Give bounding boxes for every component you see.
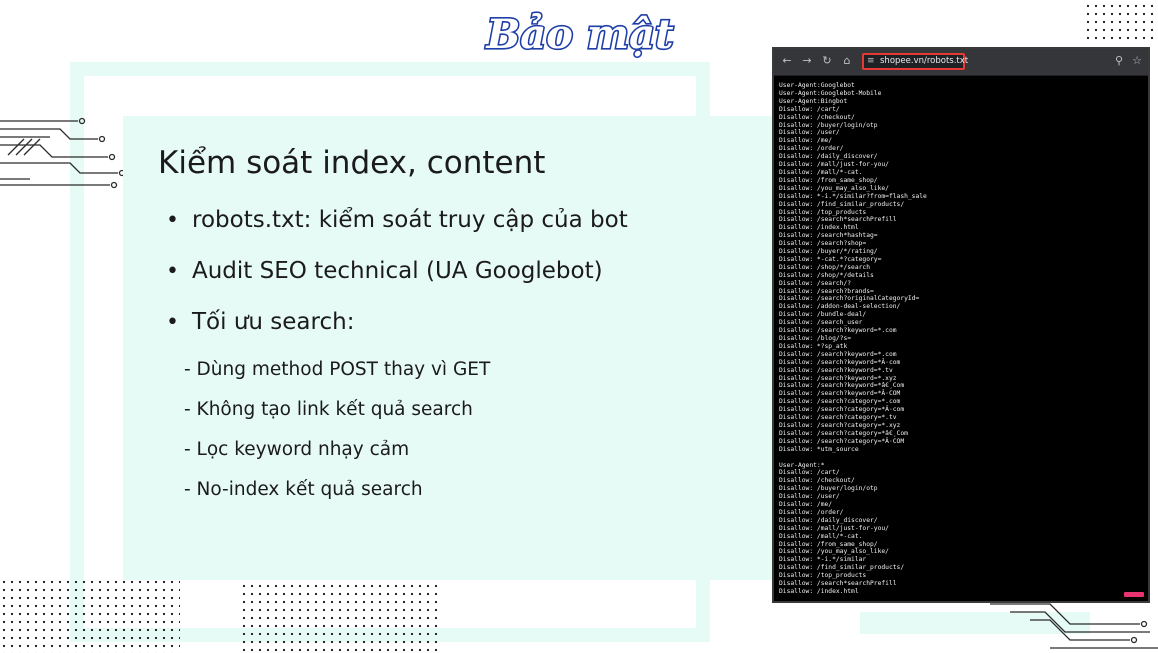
robots-line: Disallow: /checkout/ — [779, 477, 855, 485]
robots-line: Disallow: /index.html — [779, 588, 859, 595]
slide-title: Kiểm soát index, content — [158, 145, 546, 181]
robots-txt-content: User-Agent:Googlebot User-Agent:Googlebo… — [779, 82, 1144, 596]
robots-line: Disallow: /me/ — [779, 137, 833, 145]
robots-line: Disallow: /search*searchPrefill — [779, 216, 897, 224]
robots-line: Disallow: /mall/just-for-you/ — [779, 161, 889, 169]
slide: Bảo mật Kiểm soát index, content • robots… — [0, 0, 1158, 653]
robots-line: Disallow: /search*hashtag= — [779, 232, 878, 240]
sub-bullet-item: - Không tạo link kết quả search — [184, 399, 473, 420]
logo-text: Bảo mật — [485, 11, 674, 58]
bookmark-star-icon[interactable]: ☆ — [1130, 54, 1144, 68]
robots-line: Disallow: /search?category=*Â·com — [779, 406, 905, 414]
robots-line: Disallow: *utm_source — [779, 445, 859, 453]
robots-line: Disallow: /search?category=*â€¸Com — [779, 429, 908, 437]
robots-line: Disallow: /search?category=*.tv — [779, 414, 897, 422]
robots-line: Disallow: /checkout/ — [779, 113, 855, 121]
robots-line: Disallow: /search?keyword=*â€¸Com — [779, 382, 905, 390]
robots-line: Disallow: /buyer/*/rating/ — [779, 248, 878, 256]
sub-bullet-item: - Dùng method POST thay vì GET — [184, 359, 491, 380]
robots-line: Disallow: *?sp_atk — [779, 342, 848, 350]
robots-line: Disallow: /buyer/login/otp — [779, 121, 878, 129]
sub-bullet-item: - No-index kết quả search — [184, 479, 423, 500]
dot-pattern-top-right — [1084, 2, 1156, 42]
circuit-lines-bottom-right — [990, 603, 1158, 649]
corner-badge — [1124, 592, 1144, 597]
robots-line: Disallow: /shop/*/details — [779, 271, 874, 279]
robots-line: Disallow: /order/ — [779, 508, 844, 516]
robots-line: User-Agent:Googlebot — [779, 82, 855, 89]
reload-icon[interactable]: ↻ — [820, 54, 834, 68]
forward-arrow-icon[interactable]: → — [800, 54, 814, 68]
bullet-text: robots.txt: kiểm soát truy cập của bot — [192, 207, 628, 233]
bullet-dot: • — [166, 208, 179, 233]
robots-line: Disallow: /addon-deal-selection/ — [779, 303, 901, 311]
robots-line: Disallow: /top_products — [779, 208, 867, 216]
bullet-text: Audit SEO technical (UA Googlebot) — [192, 258, 603, 284]
bullet-dot: • — [166, 259, 179, 284]
robots-line: Disallow: /mall/*-cat. — [779, 168, 863, 176]
sub-bullet-item: - Lọc keyword nhạy cảm — [184, 439, 410, 460]
robots-line: Disallow: /search?keyword=*.tv — [779, 366, 893, 374]
robots-line: Disallow: /mall/just-for-you/ — [779, 524, 889, 532]
robots-line: User-Agent:Googlebot-Mobile — [779, 89, 882, 97]
robots-line: Disallow: /search?keyword=*.com — [779, 327, 897, 335]
robots-line: Disallow: /search?brands= — [779, 287, 874, 295]
robots-line: Disallow: /search?originalCategoryId= — [779, 295, 920, 303]
robots-line: Disallow: /search?category=*Â·COM — [779, 437, 905, 445]
robots-line: Disallow: /from_same_shop/ — [779, 176, 878, 184]
robots-line: Disallow: *-i.*/similar — [779, 556, 867, 564]
browser-screenshot: ← → ↻ ⌂ ≡ shopee.vn/robots.txt ⚲ ☆ User-… — [772, 47, 1150, 603]
back-arrow-icon[interactable]: ← — [780, 54, 794, 68]
bullet-item: • Tối ưu search: — [166, 309, 354, 335]
robots-line: Disallow: /search?category=*.com — [779, 398, 901, 406]
bullet-item: • robots.txt: kiểm soát truy cập của bot — [166, 207, 628, 233]
robots-line: Disallow: /find_similar_products/ — [779, 200, 905, 208]
robots-line: Disallow: /bundle-deal/ — [779, 311, 867, 319]
robots-line: User-Agent:* — [779, 461, 825, 469]
robots-line: Disallow: /from_same_shop/ — [779, 540, 878, 548]
search-icon[interactable]: ⚲ — [1112, 54, 1126, 68]
robots-line: Disallow: /shop/*/search — [779, 263, 870, 271]
robots-line: Disallow: /search?shop= — [779, 240, 867, 248]
robots-line: Disallow: /index.html — [779, 224, 859, 232]
site-info-icon[interactable]: ≡ — [867, 56, 875, 66]
robots-line: Disallow: /search_user — [779, 319, 863, 327]
robots-line: Disallow: /daily_discover/ — [779, 516, 878, 524]
robots-line: Disallow: *-cat.*?category= — [779, 255, 882, 263]
home-icon[interactable]: ⌂ — [840, 54, 854, 68]
robots-line: Disallow: /you_may_also_like/ — [779, 184, 889, 192]
bullet-item: • Audit SEO technical (UA Googlebot) — [166, 258, 603, 284]
robots-line: Disallow: /find_similar_products/ — [779, 564, 905, 572]
robots-line: Disallow: /search?keyword=*Â·COM — [779, 390, 901, 398]
robots-line: Disallow: *-i.*/similar?from=flash_sale — [779, 192, 927, 200]
robots-line: Disallow: /order/ — [779, 145, 844, 153]
robots-line: Disallow: /mall/*-cat. — [779, 532, 863, 540]
robots-line: Disallow: /user/ — [779, 493, 840, 501]
robots-line: Disallow: /search?keyword=*Â·com — [779, 358, 901, 366]
content-panel — [123, 116, 783, 580]
address-bar[interactable]: ≡ shopee.vn/robots.txt — [862, 53, 969, 70]
bullet-dot: • — [166, 310, 179, 335]
robots-line: Disallow: /user/ — [779, 129, 840, 137]
robots-line: Disallow: /search/? — [779, 279, 852, 287]
robots-line: Disallow: /search?category=*.xyz — [779, 421, 901, 429]
robots-line: Disallow: /daily_discover/ — [779, 153, 878, 161]
robots-line: Disallow: /search?keyword=*.xyz — [779, 374, 897, 382]
dot-pattern-bottom-left — [0, 578, 180, 653]
robots-line: Disallow: /search?keyword=*.com — [779, 350, 897, 358]
robots-line: Disallow: /you_may_also_like/ — [779, 548, 889, 556]
robots-line: Disallow: /buyer/login/otp — [779, 485, 878, 493]
logo-title: Bảo mật — [484, 9, 676, 59]
url-text: shopee.vn/robots.txt — [880, 56, 969, 66]
robots-line: Disallow: /top_products — [779, 572, 867, 580]
robots-line: Disallow: /cart/ — [779, 105, 840, 113]
robots-line: Disallow: /me/ — [779, 501, 833, 509]
robots-line: Disallow: /blog/?s= — [779, 335, 852, 342]
bullet-text: Tối ưu search: — [192, 309, 355, 335]
browser-toolbar: ← → ↻ ⌂ ≡ shopee.vn/robots.txt ⚲ ☆ — [774, 49, 1148, 76]
robots-line: User-Agent:Bingbot — [779, 97, 848, 105]
robots-line: Disallow: /cart/ — [779, 469, 840, 477]
robots-line: Disallow: /search*searchPrefill — [779, 580, 897, 588]
circuit-lines-left — [0, 117, 126, 189]
